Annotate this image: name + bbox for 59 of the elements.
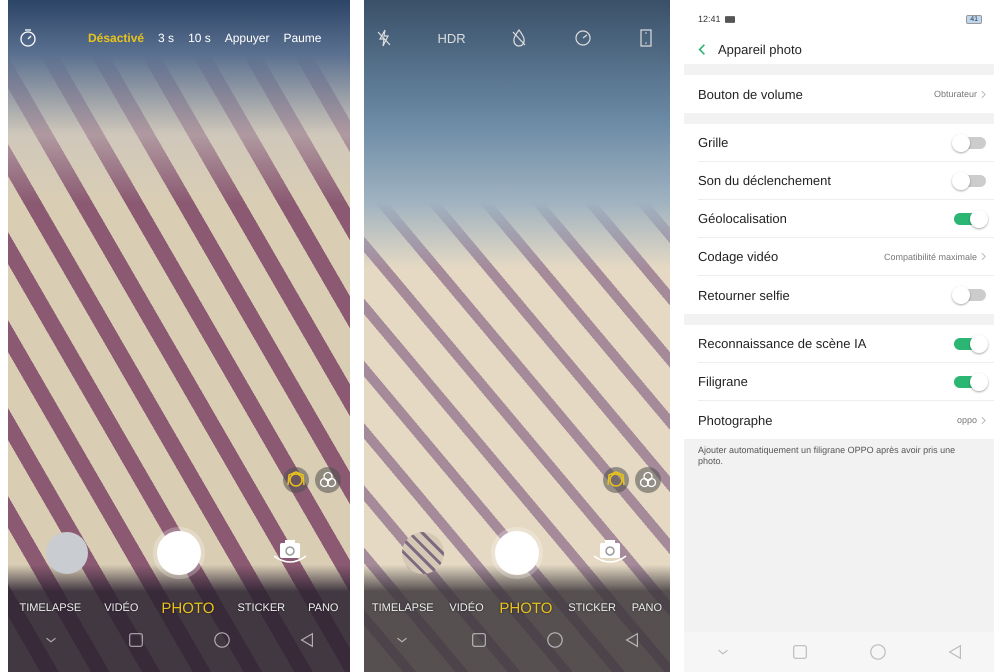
toggle-switch[interactable] [954,376,986,388]
square-icon[interactable] [470,631,488,649]
settings-row[interactable]: Filigrane [698,363,994,401]
setting-label: Reconnaissance de scène IA [698,336,868,351]
chevron-right-icon [981,90,986,98]
settings-row[interactable]: Grille [698,124,994,162]
settings-row[interactable]: Codage vidéo Compatibilité maximale [698,238,994,276]
page-title: Appareil photo [718,42,802,56]
face-icon[interactable] [602,466,630,494]
timer-icon[interactable] [18,28,38,48]
settings-row[interactable]: Reconnaissance de scène IA [698,325,994,363]
chevron-right-icon [981,252,986,261]
timer-option[interactable]: 10 s [188,31,211,45]
mode-tab[interactable]: VIDÉO [104,602,138,614]
mode-tab[interactable]: PHOTO [499,600,552,616]
settings-row[interactable]: Bouton de volume Obturateur [698,75,994,113]
settings-row[interactable]: Géolocalisation [698,200,994,238]
filter-icon[interactable] [634,466,662,494]
mode-tab[interactable]: STICKER [237,602,286,614]
filter-icon[interactable] [314,466,342,494]
toggle-switch[interactable] [954,289,986,301]
mode-tab[interactable]: TIMELAPSE [19,602,82,614]
mode-tab[interactable]: VIDÉO [449,602,484,614]
settings-row[interactable]: Retourner selfie [698,276,994,314]
mode-tab[interactable]: PANO [632,602,662,614]
mode-tab[interactable]: PHOTO [161,600,214,616]
hdr-label[interactable]: HDR [437,30,466,46]
timer-option[interactable]: 3 s [158,31,174,45]
toggle-switch[interactable] [954,136,986,148]
mode-tab[interactable]: STICKER [568,602,616,614]
mode-tab[interactable]: TIMELAPSE [372,602,434,614]
setting-label: Codage vidéo [698,249,780,264]
setting-label: Grille [698,135,730,150]
setting-label: Bouton de volume [698,86,804,102]
settings-row[interactable]: Photographe oppo [698,401,994,439]
setting-value: Obturateur [934,89,977,99]
face-icon[interactable] [282,466,310,494]
timer-option[interactable]: Désactivé [88,31,144,45]
setting-value: Compatibilité maximale [884,252,977,262]
status-time: 12:41 [698,14,721,24]
timer-option[interactable]: Appuyer [224,31,270,45]
back-chevron-icon[interactable] [698,42,706,56]
mode-tab[interactable]: PANO [308,602,338,614]
setting-label: Géolocalisation [698,211,788,226]
chevron-right-icon [981,416,986,424]
setting-label: Photographe [698,412,774,428]
gauge-icon[interactable] [572,28,593,48]
footer-note: Ajouter automatiquement un filigrane OPPO après avoir pris une photo. [698,445,956,468]
timer-option[interactable]: Paume [283,31,322,45]
notification-icon [724,16,735,22]
square-icon[interactable] [127,631,146,649]
toggle-switch[interactable] [954,338,986,350]
toggle-switch[interactable] [954,174,986,186]
setting-value: oppo [956,415,977,425]
toggle-switch[interactable] [954,212,986,224]
settings-row[interactable]: Son du déclenchement [698,162,994,200]
setting-label: Son du déclenchement [698,173,832,188]
setting-label: Retourner selfie [698,288,791,302]
setting-label: Filigrane [698,374,749,389]
